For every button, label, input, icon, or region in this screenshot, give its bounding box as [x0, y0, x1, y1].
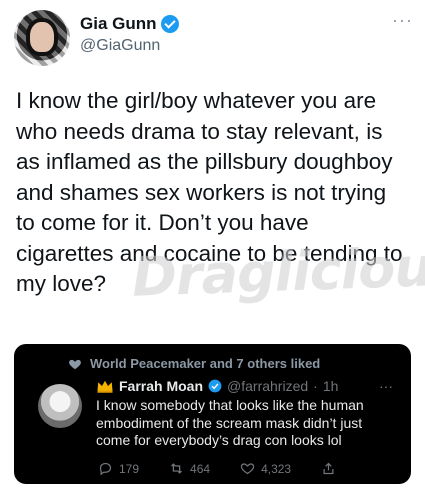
- watermark-part2: licious: [273, 234, 425, 304]
- retweet-button[interactable]: 464: [169, 461, 210, 476]
- quoted-author-row: Farrah Moan @farrahrized · 1h: [96, 378, 338, 394]
- quoted-avatar[interactable]: [38, 384, 82, 428]
- watermark: Draglicious: [131, 234, 425, 309]
- quoted-actions: 179 464 4,323: [98, 461, 366, 476]
- share-button[interactable]: [321, 461, 336, 476]
- quoted-author-handle[interactable]: @farrahrized: [227, 378, 308, 394]
- author-handle[interactable]: @GiaGunn: [80, 37, 179, 55]
- tweet-header: Gia Gunn @GiaGunn ···: [12, 8, 413, 68]
- avatar-face: [30, 22, 54, 52]
- reply-icon: [99, 462, 112, 476]
- reply-count: 179: [119, 461, 140, 476]
- like-icon: [240, 463, 255, 475]
- like-button[interactable]: 4,323: [240, 461, 291, 476]
- liked-by-text: World Peacemaker and 7 others liked: [90, 356, 321, 371]
- quoted-text: I know somebody that looks like the huma…: [96, 397, 364, 448]
- retweet-count: 464: [190, 461, 211, 476]
- liked-by-row: World Peacemaker and 7 others liked: [68, 356, 320, 371]
- dot-separator: ·: [313, 378, 318, 394]
- verified-icon: [160, 15, 179, 33]
- quoted-time[interactable]: 1h: [323, 378, 339, 394]
- heart-icon: [69, 359, 81, 369]
- retweet-icon: [171, 463, 182, 474]
- like-count: 4,323: [261, 461, 292, 476]
- quoted-author-name[interactable]: Farrah Moan: [119, 378, 203, 394]
- verified-icon: [208, 379, 222, 393]
- author-name-row[interactable]: Gia Gunn: [80, 14, 179, 34]
- watermark-part1: Drag: [131, 240, 276, 309]
- author-name[interactable]: Gia Gunn: [80, 14, 157, 34]
- share-icon: [323, 462, 334, 475]
- quoted-more-icon[interactable]: ···: [379, 378, 393, 394]
- quoted-tweet-card[interactable]: World Peacemaker and 7 others liked Farr…: [14, 344, 411, 484]
- reply-button[interactable]: 179: [98, 461, 139, 476]
- author-block: Gia Gunn @GiaGunn: [80, 14, 179, 55]
- more-icon[interactable]: ···: [392, 10, 413, 31]
- avatar[interactable]: [14, 10, 70, 66]
- crown-icon: [97, 380, 113, 393]
